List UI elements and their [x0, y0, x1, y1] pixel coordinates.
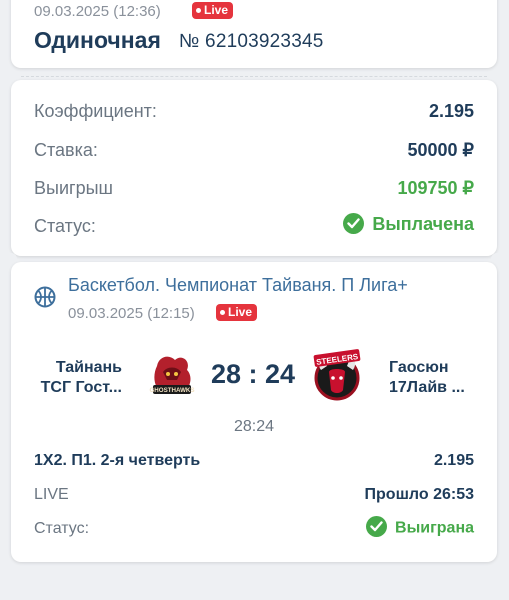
score: 28 : 24	[211, 359, 296, 389]
market-name: 1Х2. П1. 2-я четверть	[34, 452, 201, 469]
home-team-line1: Тайнань	[55, 359, 122, 376]
event-status-label: Статус:	[34, 520, 90, 537]
status-value: Выплачена	[343, 212, 474, 236]
dashed-divider	[21, 76, 487, 77]
live-badge-label: Live	[204, 3, 229, 17]
basketball-icon	[34, 286, 56, 313]
ticket-notch-right	[491, 69, 503, 81]
bet-date: 09.03.2025 (12:36)	[34, 3, 161, 20]
league-name[interactable]: Баскетбол. Чемпионат Тайваня. П Лига+	[68, 275, 408, 296]
bet-summary-card: Коэффициент: 2.195 Ставка: 50000 ₽ Выигр…	[11, 76, 497, 256]
live-dot-icon	[220, 310, 225, 315]
market-coef: 2.195	[433, 452, 474, 469]
coef-value: 2.195	[428, 101, 474, 121]
coef-label: Коэффициент:	[34, 101, 157, 121]
home-team-line2: ТСГ Гост...	[40, 379, 122, 396]
status-label: Статус:	[34, 216, 96, 236]
away-team-name: Гаосюн 17Лайв ...	[389, 358, 489, 398]
home-team-name: Тайнань ТСГ Гост...	[36, 358, 122, 398]
status-text: Выплачена	[372, 214, 474, 234]
home-team-logo: GHOSTHAWKS	[147, 352, 197, 407]
bet-header-card: 09.03.2025 (12:36) Live Одиночная № 6210…	[11, 0, 497, 68]
live-badge-label: Live	[228, 305, 253, 319]
event-status-text: Выиграна	[395, 519, 474, 537]
event-status-value: Выиграна	[366, 516, 474, 539]
stake-label: Ставка:	[34, 140, 98, 160]
live-dot-icon	[196, 8, 201, 13]
home-logo-text: GHOSTHAWKS	[149, 387, 194, 394]
elapsed-time: Прошло 26:53	[364, 486, 474, 503]
away-team-line1: Гаосюн	[389, 359, 449, 376]
live-label: LIVE	[34, 486, 69, 503]
live-badge: Live	[192, 2, 234, 19]
score-time: 28:24	[233, 418, 275, 435]
bet-type-title: Одиночная	[34, 27, 161, 53]
bet-number: № 62103923345	[179, 31, 324, 52]
check-circle-icon	[366, 516, 388, 537]
check-circle-icon	[343, 212, 365, 234]
stake-value: 50000 ₽	[407, 140, 474, 160]
event-card[interactable]: Баскетбол. Чемпионат Тайваня. П Лига+ 09…	[11, 262, 497, 562]
away-team-logo: STEELERS	[311, 348, 363, 407]
ticket-notch-left	[5, 69, 17, 81]
live-badge: Live	[216, 304, 258, 321]
win-label: Выигрыш	[34, 178, 113, 198]
away-team-line2: 17Лайв ...	[389, 379, 465, 396]
event-date: 09.03.2025 (12:15)	[68, 305, 195, 322]
win-value: 109750 ₽	[397, 178, 474, 198]
